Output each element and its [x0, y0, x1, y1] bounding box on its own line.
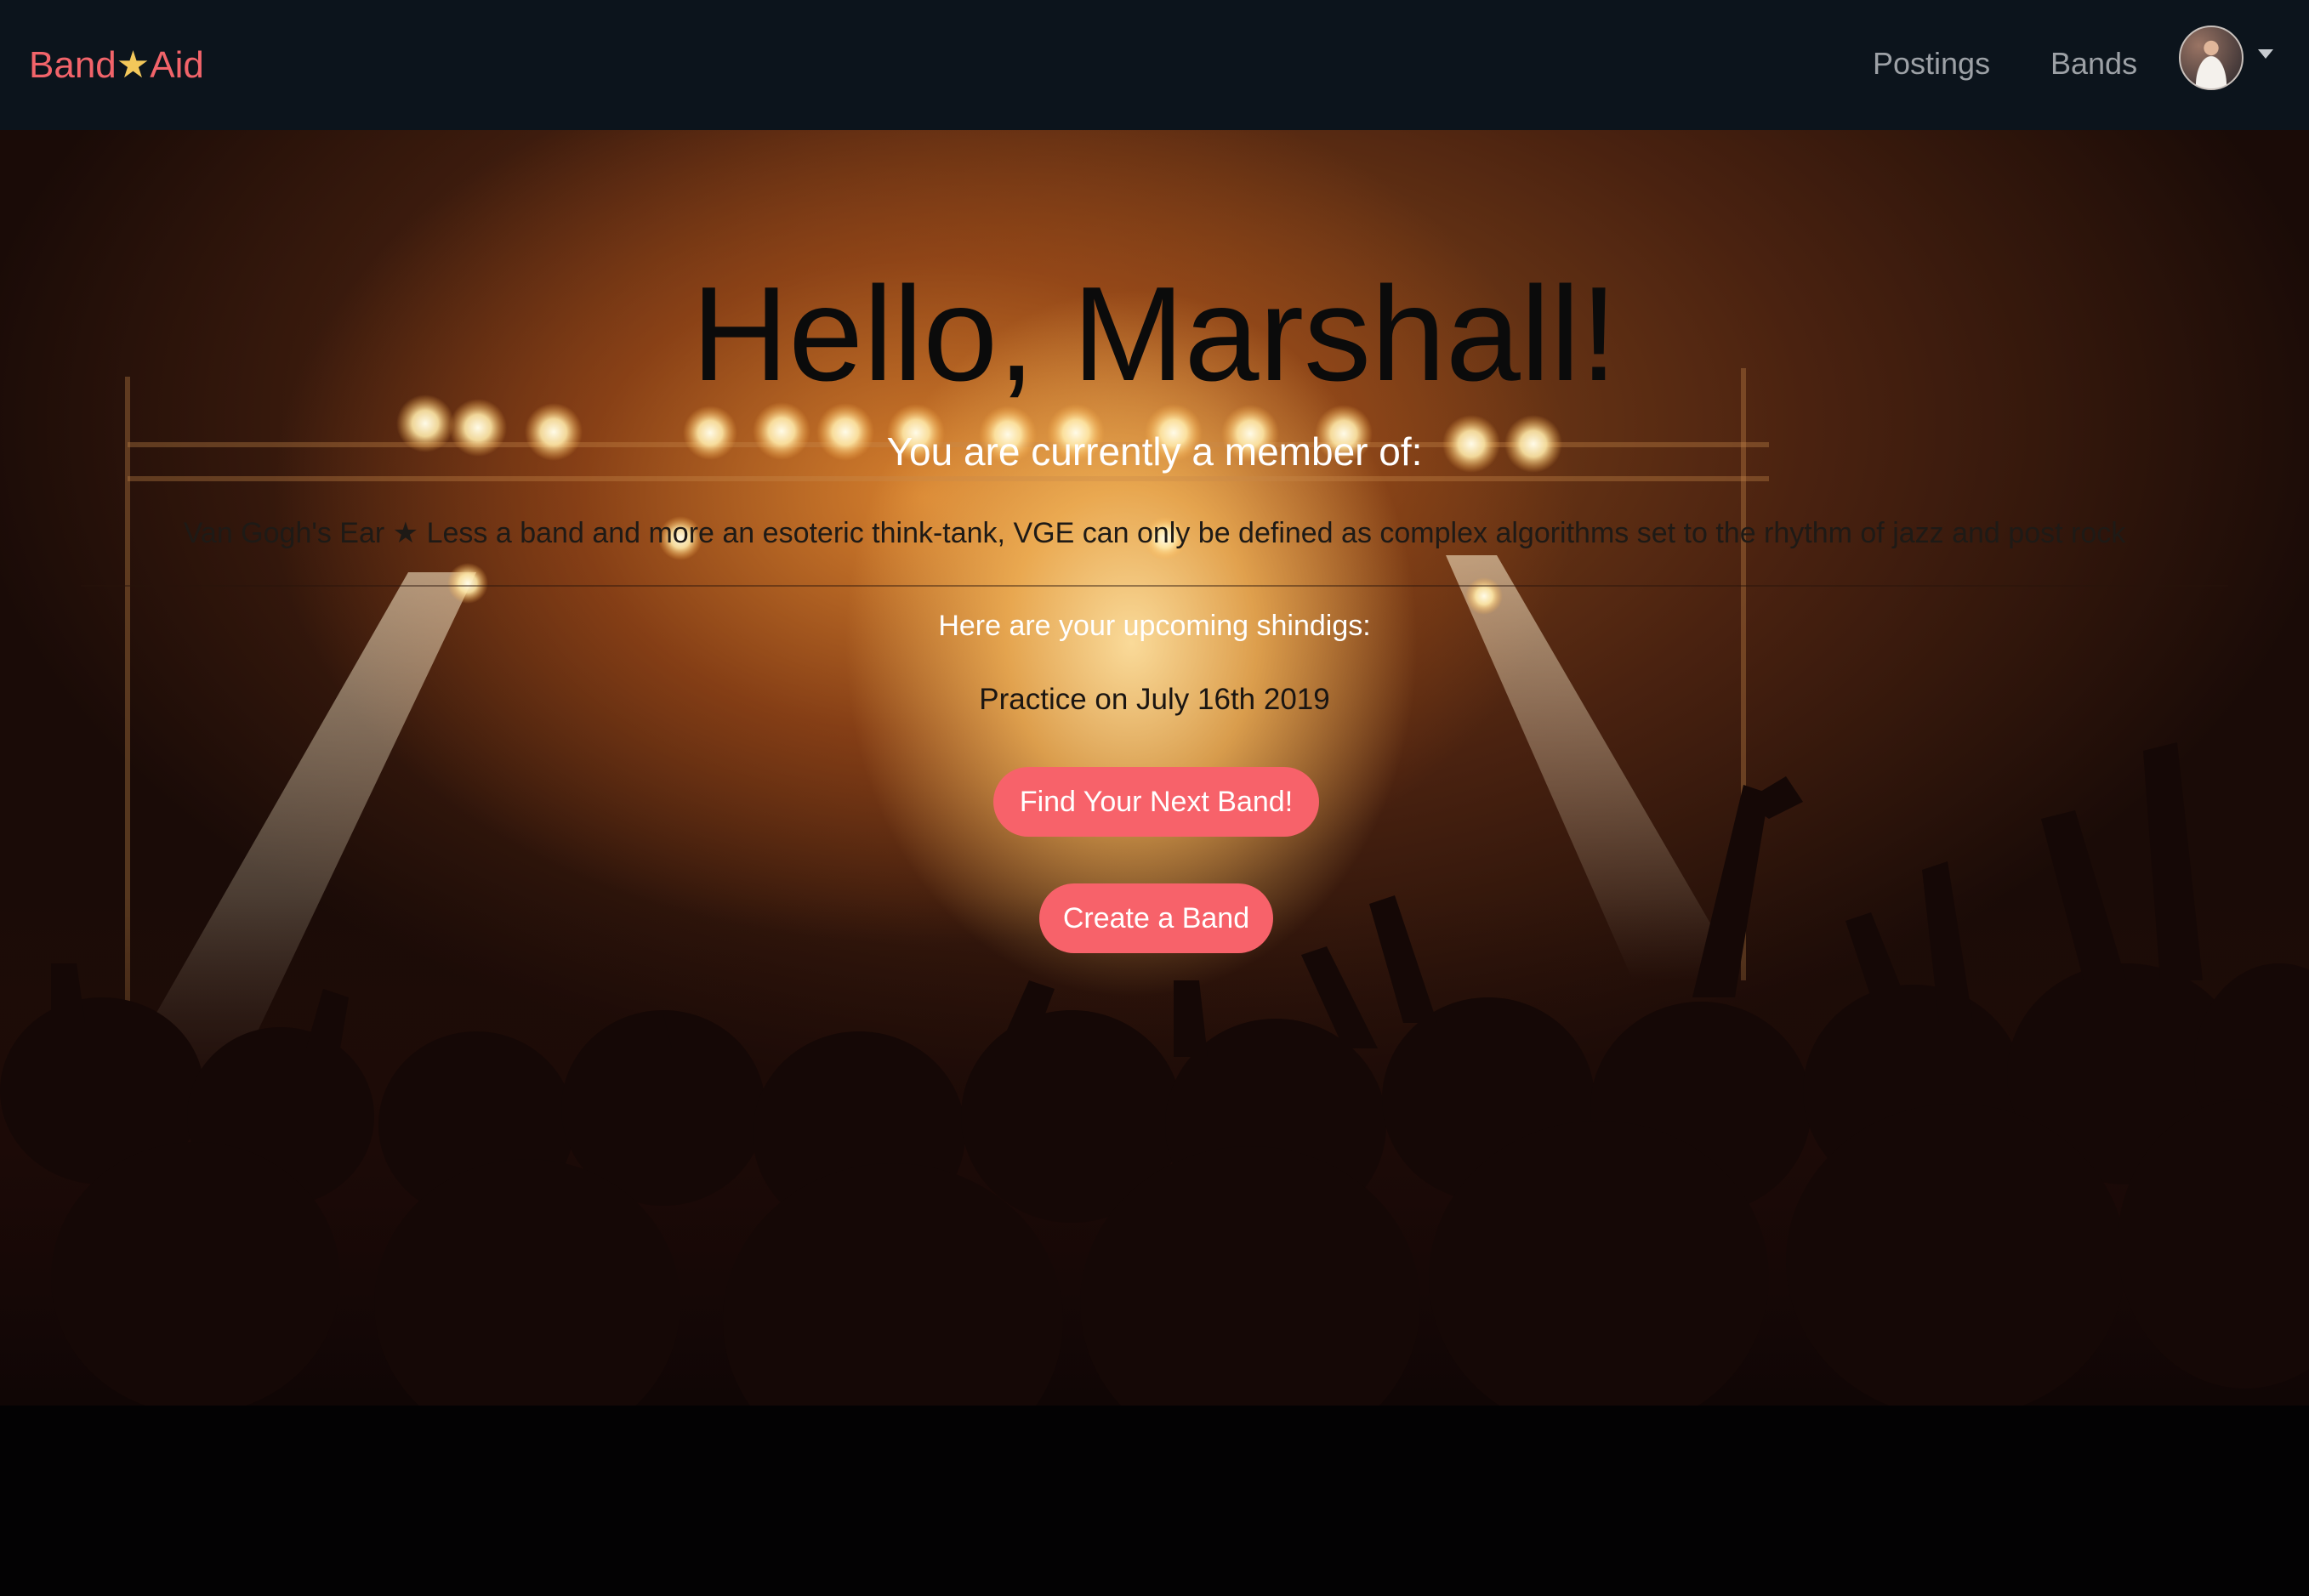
greeting-heading: Hello, Marshall!: [691, 259, 1618, 409]
brand-name-part2: Aid: [150, 44, 204, 86]
find-next-band-button[interactable]: Find Your Next Band!: [993, 767, 1319, 837]
band-name: Van Gogh's Ear: [183, 517, 385, 549]
brand-name-part1: Band: [29, 44, 117, 86]
shindigs-heading: Here are your upcoming shindigs:: [938, 610, 1371, 642]
membership-heading: You are currently a member of:: [886, 429, 1423, 474]
brand-star-icon: ★: [116, 44, 151, 86]
user-avatar-icon: [2179, 26, 2244, 90]
navbar: Band★Aid Postings Bands: [0, 0, 2309, 130]
hero-section: Hello, Marshall! You are currently a mem…: [0, 130, 2309, 1596]
create-band-button[interactable]: Create a Band: [1039, 883, 1273, 953]
band-description: Less a band and more an esoteric think-t…: [426, 517, 2126, 549]
page: Band★Aid Postings Bands Hello, Marshall!…: [0, 0, 2309, 1596]
band-separator-star-icon: ★: [392, 517, 419, 549]
caret-down-icon: [2258, 49, 2273, 59]
nav-link-postings[interactable]: Postings: [1873, 0, 1990, 130]
brand-logo-link[interactable]: Band★Aid: [29, 0, 204, 130]
divider: [81, 585, 2228, 587]
band-list-item: Van Gogh's Ear ★ Less a band and more an…: [0, 514, 2309, 552]
nav-link-bands[interactable]: Bands: [2050, 0, 2137, 130]
user-menu-toggle[interactable]: [2179, 26, 2277, 94]
event-list-item: Practice on July 16th 2019: [979, 683, 1330, 716]
